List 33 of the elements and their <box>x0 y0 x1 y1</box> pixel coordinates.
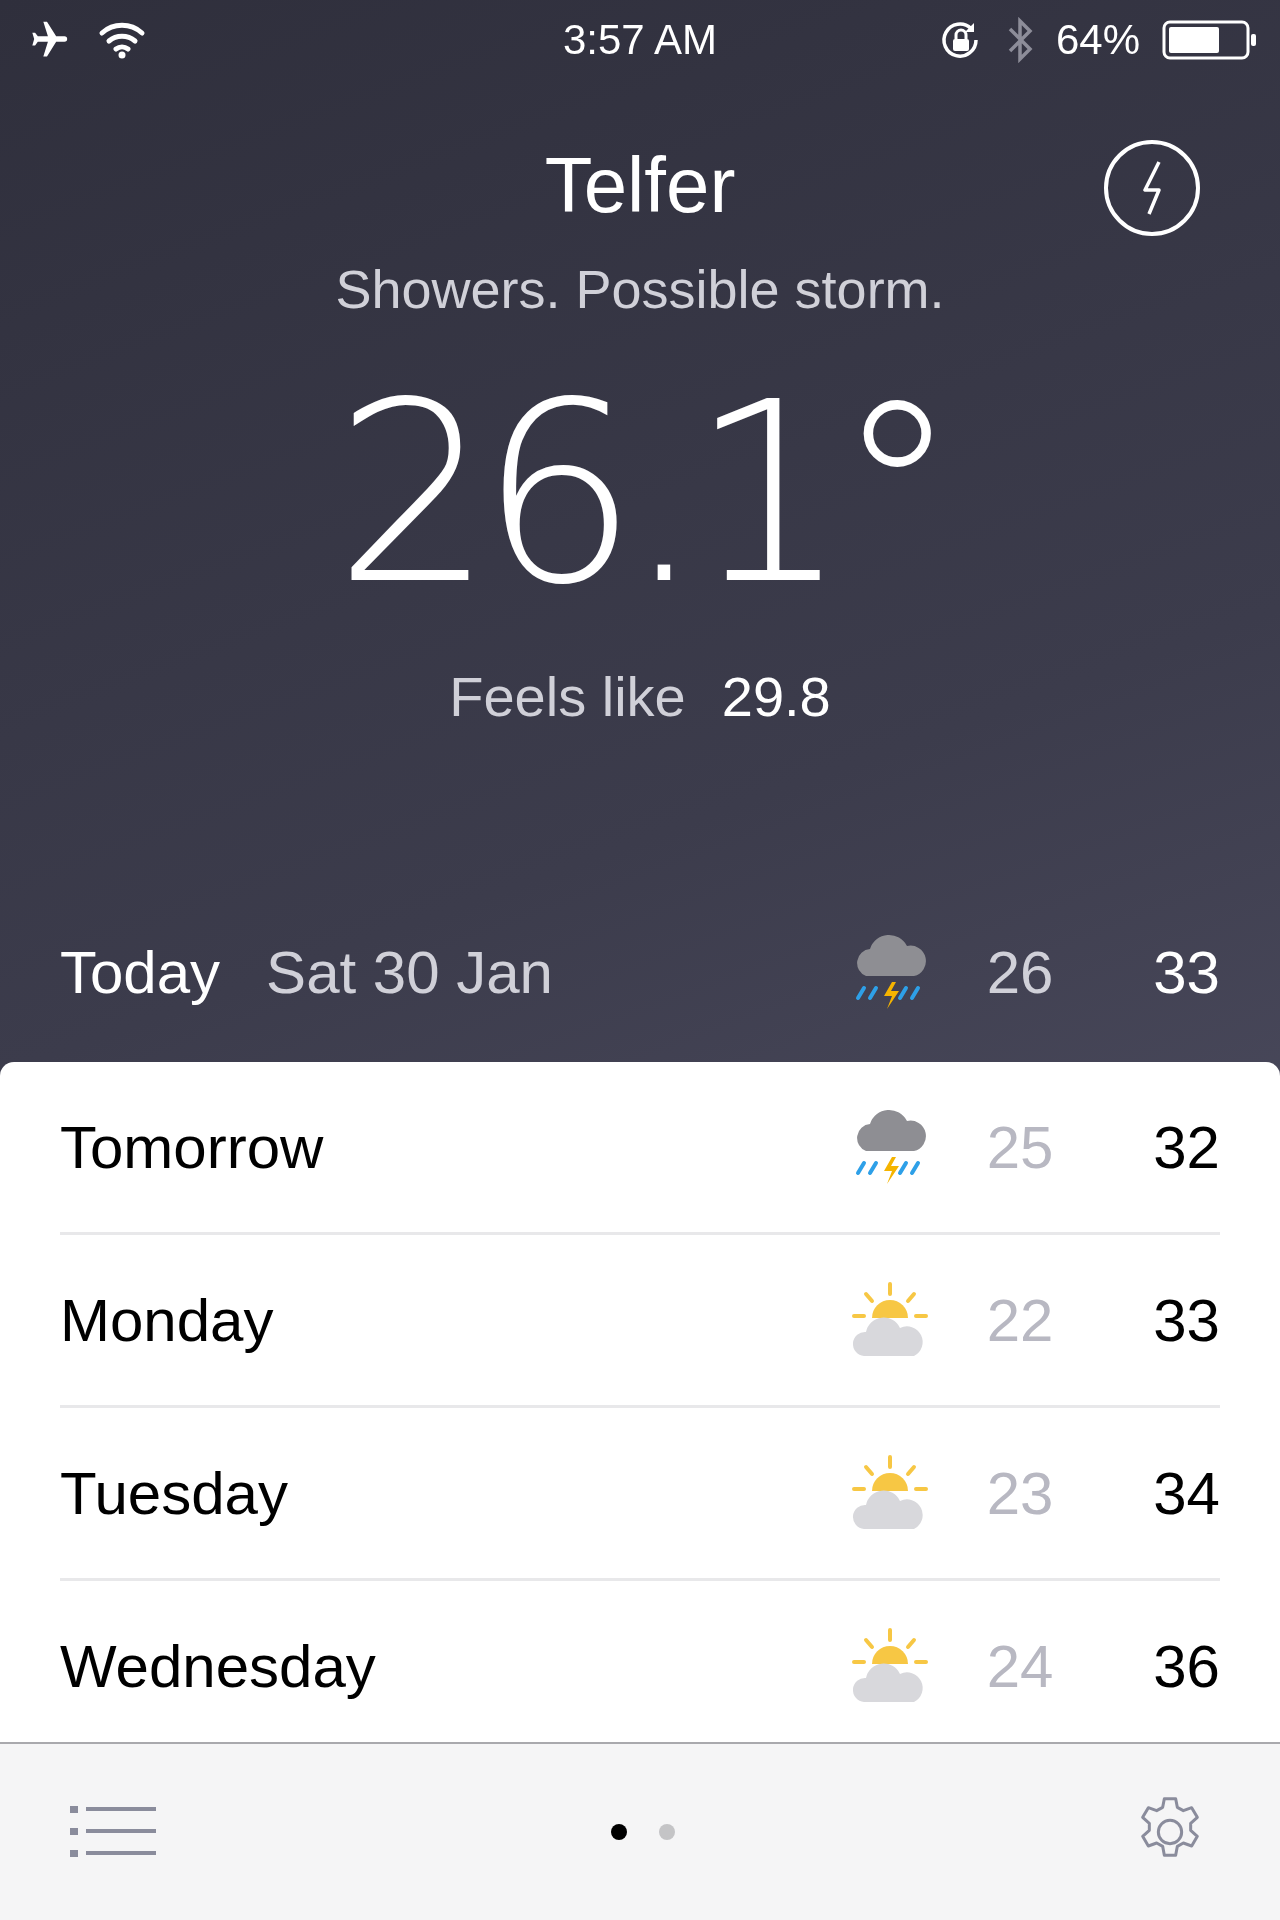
sun-behind-cloud-icon <box>850 1455 930 1531</box>
current-temperature: 26.1° <box>334 354 946 634</box>
high-temperature: 33 <box>1152 1285 1220 1355</box>
lightning-icon <box>1143 160 1161 216</box>
battery-percentage: 64% <box>1055 16 1140 64</box>
low-temperature: 22 <box>985 1285 1055 1355</box>
weather-summary: Showers. Possible storm. <box>335 258 945 321</box>
location-name: Telfer <box>544 140 736 230</box>
battery-icon <box>1162 20 1258 60</box>
feels-like-label: Feels like <box>449 664 686 729</box>
feels-like-value: 29.8 <box>721 664 831 729</box>
high-temperature: 33 <box>1152 937 1220 1007</box>
page-dot[interactable] <box>659 1824 675 1840</box>
day-name: Monday <box>60 1285 274 1355</box>
status-time: 3:57 AM <box>562 16 718 64</box>
low-temperature: 23 <box>985 1458 1055 1528</box>
day-name: Tomorrow <box>60 1112 324 1182</box>
high-temperature: 36 <box>1152 1631 1220 1701</box>
list-icon[interactable] <box>70 1806 156 1858</box>
wifi-icon <box>98 21 146 59</box>
low-temperature: 25 <box>985 1112 1055 1182</box>
day-name: Tuesday <box>60 1458 288 1528</box>
low-temperature: 24 <box>985 1631 1055 1701</box>
today-date: Sat 30 Jan <box>266 937 553 1007</box>
day-name: Wednesday <box>60 1631 376 1701</box>
high-temperature: 34 <box>1152 1458 1220 1528</box>
sun-behind-cloud-icon <box>850 1628 930 1704</box>
sun-behind-cloud-icon <box>850 1282 930 1358</box>
page-dot[interactable] <box>611 1824 627 1840</box>
today-label: Today <box>60 937 221 1007</box>
low-temperature: 26 <box>985 937 1055 1007</box>
lightning-button[interactable] <box>1104 140 1200 236</box>
high-temperature: 32 <box>1152 1112 1220 1182</box>
